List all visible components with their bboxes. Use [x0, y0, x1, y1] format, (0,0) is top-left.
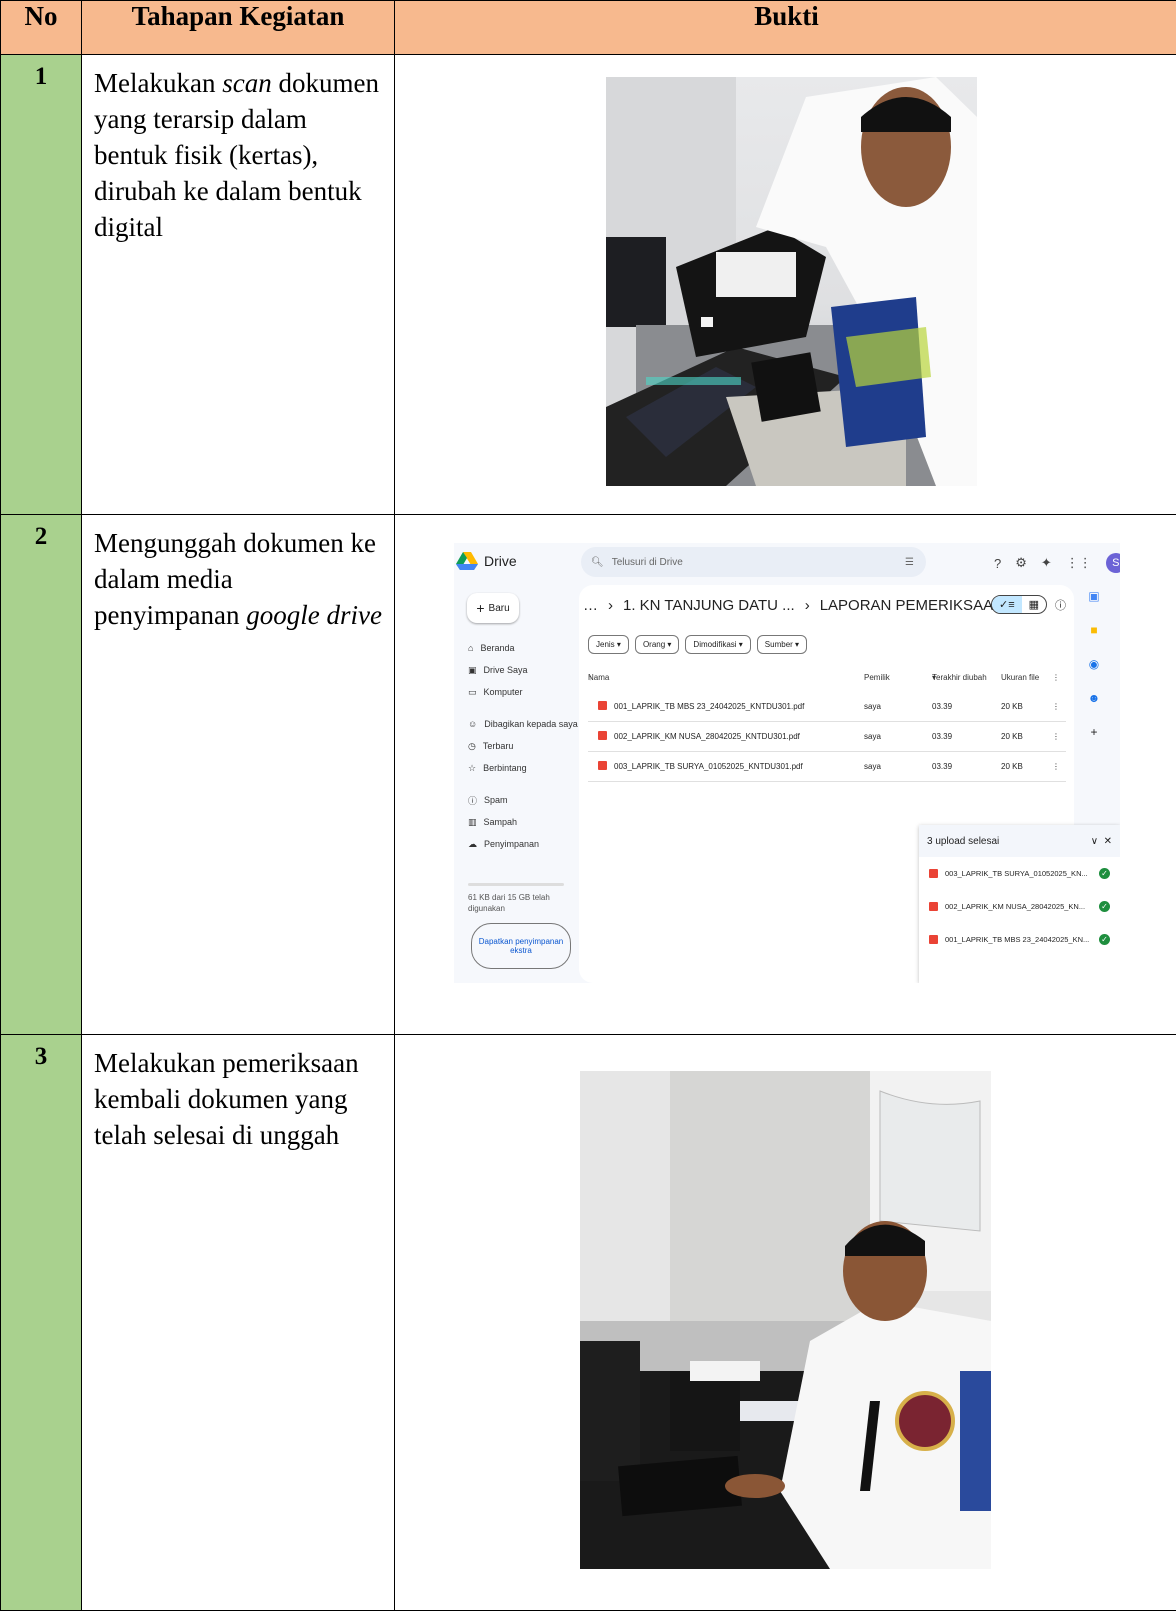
- col-modified[interactable]: Terakhir diubah ▾: [932, 673, 987, 682]
- pdf-icon: [929, 902, 938, 911]
- col-owner[interactable]: Pemilik: [864, 673, 890, 682]
- more-vert-icon[interactable]: ⋮: [1052, 762, 1060, 771]
- list-view-icon[interactable]: ✓≡: [992, 596, 1022, 613]
- add-addon-icon[interactable]: +: [1090, 725, 1097, 739]
- calendar-icon[interactable]: ▣: [1088, 589, 1099, 603]
- upload-status-panel: 3 upload selesai ∨ ✕ 003_LAPRIK_TB SURYA…: [919, 825, 1120, 983]
- gear-icon[interactable]: ⚙: [1015, 555, 1027, 571]
- spam-icon: ⓘ: [468, 795, 478, 806]
- file-row[interactable]: 002_LAPRIK_KM NUSA_28042025_KNTDU301.pdf…: [588, 721, 1066, 752]
- header-no: No: [0, 0, 82, 55]
- search-icon: 🔍︎: [591, 556, 604, 568]
- tasks-icon[interactable]: ◉: [1089, 657, 1099, 671]
- pdf-icon: [598, 761, 607, 770]
- pdf-icon: [929, 935, 938, 944]
- breadcrumb-item[interactable]: 1. KN TANJUNG DATU ...: [623, 597, 795, 614]
- drive-app-name: Drive: [484, 553, 517, 569]
- new-button[interactable]: + Baru: [467, 593, 519, 623]
- header-evidence: Bukti: [394, 0, 1176, 55]
- avatar[interactable]: S: [1105, 553, 1120, 573]
- nav-item-recent[interactable]: ◷ Terbaru: [468, 735, 578, 757]
- view-toggle: ✓≡ ▦ ⓘ: [991, 595, 1066, 614]
- evidence-cell: Drive 🔍︎ Telusuri di Drive ☰ ? ⚙ ✦ ⋮⋮ S …: [394, 514, 1176, 1035]
- pdf-icon: [598, 731, 607, 740]
- upload-title: 3 upload selesai: [927, 835, 1000, 847]
- help-icon[interactable]: ?: [994, 556, 1001, 571]
- drive-logo-icon: [456, 552, 478, 570]
- evidence-cell: [394, 1034, 1176, 1611]
- nav-item-spam[interactable]: ⓘ Spam: [468, 789, 578, 811]
- filter-type[interactable]: Jenis ▾: [588, 635, 629, 654]
- header-stage: Tahapan Kegiatan: [81, 0, 395, 55]
- activity-table: No Tahapan Kegiatan Bukti 1 Melakukan sc…: [0, 0, 1176, 1611]
- grid-view-icon[interactable]: ▦: [1022, 596, 1046, 613]
- pdf-icon: [598, 701, 607, 710]
- people-icon: ☺: [468, 719, 478, 729]
- side-panel-icons: ▣ ■ ◉ ☻ +: [1084, 589, 1104, 739]
- step-description: Melakukan pemeriksaan kembali dokumen ya…: [81, 1034, 395, 1611]
- more-vert-icon[interactable]: ⋮: [1052, 702, 1060, 711]
- gemini-icon[interactable]: ✦: [1041, 555, 1052, 571]
- upload-item[interactable]: 001_LAPRIK_TB MBS 23_24042025_KN... ✓: [919, 923, 1120, 956]
- storage-bar: [468, 883, 564, 886]
- row-number: 3: [0, 1034, 82, 1611]
- nav-item-my-drive[interactable]: ▣ Drive Saya: [468, 659, 578, 681]
- row-number: 1: [0, 54, 82, 515]
- drive-icon: ▣: [468, 664, 477, 675]
- step-description: Melakukan scan dokumen yang terarsip dal…: [81, 54, 395, 515]
- nav-item-storage[interactable]: ☁ Penyimpanan: [468, 833, 578, 855]
- scanning-photo: [606, 77, 977, 486]
- chevron-down-icon[interactable]: ∨: [1091, 836, 1098, 847]
- nav-item-trash[interactable]: ▥ Sampah: [468, 811, 578, 833]
- evidence-cell: [394, 54, 1176, 515]
- computer-icon: ▭: [468, 686, 477, 697]
- breadcrumb-current[interactable]: LAPORAN PEMERIKSAAN: [820, 597, 1004, 614]
- nav-item-computers[interactable]: ▭ Komputer: [468, 681, 578, 703]
- filter-source[interactable]: Sumber ▾: [756, 635, 808, 654]
- drive-logo: Drive: [456, 552, 517, 570]
- nav-item-starred[interactable]: ☆ Berbintang: [468, 757, 578, 779]
- step-description: Mengunggah dokumen ke dalam media penyim…: [81, 514, 395, 1035]
- file-row[interactable]: 003_LAPRIK_TB SURYA_01052025_KNTDU301.pd…: [588, 751, 1066, 782]
- drive-nav: ⌂ Beranda ▣ Drive Saya ▭ Komputer ☺ Dibagika…: [468, 637, 578, 855]
- close-icon[interactable]: ✕: [1104, 836, 1112, 847]
- info-icon[interactable]: ⓘ: [1055, 597, 1066, 613]
- cloud-icon: ☁: [468, 838, 477, 849]
- apps-grid-icon[interactable]: ⋮⋮: [1066, 555, 1092, 571]
- upload-item[interactable]: 002_LAPRIK_KM NUSA_28042025_KN... ✓: [919, 890, 1120, 923]
- filter-chips: Jenis ▾ Orang ▾ Dimodifikasi ▾ Sumber ▾: [588, 635, 808, 654]
- drive-top-icons: ? ⚙ ✦ ⋮⋮ S: [994, 553, 1120, 573]
- pdf-icon: [929, 869, 938, 878]
- star-icon: ☆: [468, 762, 477, 773]
- trash-icon: ▥: [468, 816, 477, 827]
- nav-item-shared[interactable]: ☺ Dibagikan kepada saya: [468, 713, 578, 735]
- row-number: 2: [0, 514, 82, 1035]
- drive-search-input[interactable]: 🔍︎ Telusuri di Drive ☰: [581, 547, 926, 577]
- storage-info: 61 KB dari 15 GB telah digunakan: [468, 883, 564, 914]
- review-photo: [580, 1071, 991, 1569]
- breadcrumb: … › 1. KN TANJUNG DATU ... › LAPORAN PEMER…: [583, 597, 1018, 614]
- keep-icon[interactable]: ■: [1090, 623, 1097, 637]
- col-name[interactable]: Nama ↑: [588, 673, 609, 682]
- filter-people[interactable]: Orang ▾: [634, 635, 680, 654]
- plus-icon: +: [476, 600, 485, 616]
- filter-modified[interactable]: Dimodifikasi ▾: [685, 635, 751, 654]
- get-extra-storage-button[interactable]: Dapatkan penyimpanan ekstra: [471, 923, 571, 969]
- col-size[interactable]: Ukuran file: [1001, 673, 1039, 682]
- filter-options-icon[interactable]: ☰: [905, 557, 914, 568]
- more-vert-icon[interactable]: ⋮: [1052, 673, 1060, 682]
- check-icon: ✓: [1099, 868, 1110, 879]
- check-icon: ✓: [1099, 934, 1110, 945]
- google-drive-screenshot: Drive 🔍︎ Telusuri di Drive ☰ ? ⚙ ✦ ⋮⋮ S …: [454, 543, 1120, 983]
- home-icon: ⌂: [468, 643, 474, 653]
- nav-item-home[interactable]: ⌂ Beranda: [468, 637, 578, 659]
- contacts-icon[interactable]: ☻: [1088, 691, 1101, 705]
- clock-icon: ◷: [468, 740, 476, 751]
- upload-item[interactable]: 003_LAPRIK_TB SURYA_01052025_KN... ✓: [919, 857, 1120, 890]
- check-icon: ✓: [1099, 901, 1110, 912]
- file-row[interactable]: 001_LAPRIK_TB MBS 23_24042025_KNTDU301.p…: [588, 691, 1066, 722]
- more-icon[interactable]: …: [583, 597, 598, 614]
- more-vert-icon[interactable]: ⋮: [1052, 732, 1060, 741]
